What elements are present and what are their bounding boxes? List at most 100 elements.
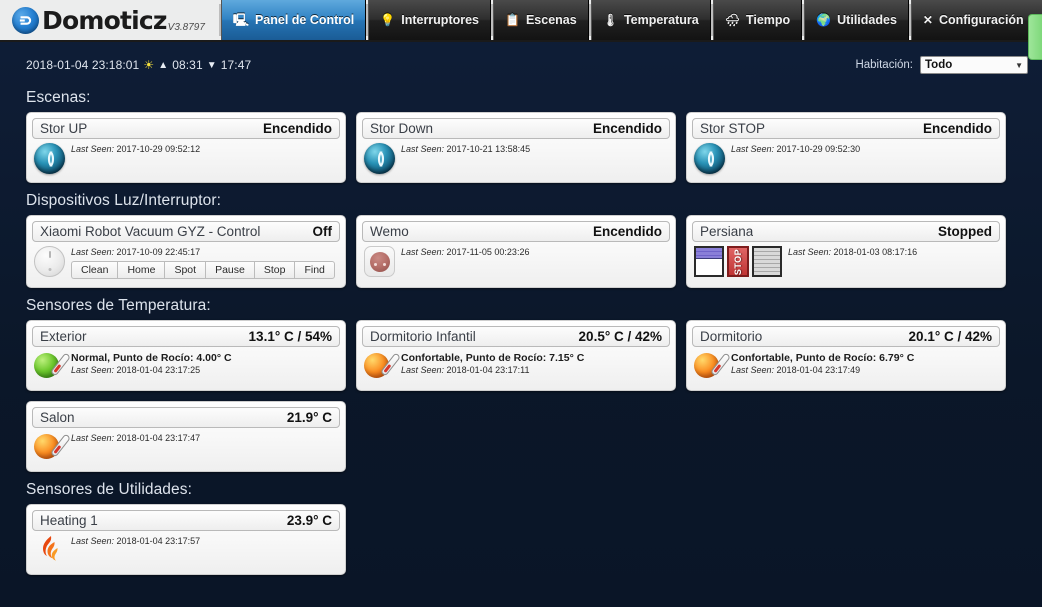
nav-item-interruptores[interactable]: 💡 Interruptores (368, 0, 492, 40)
status-badge: Encendido (592, 224, 662, 239)
switch-card-persiana[interactable]: Persiana Stopped STOP Last Seen: 2018-01… (686, 215, 1006, 288)
utility-card[interactable]: Heating 1 23.9° C Last Seen: 2018-01-04 … (26, 503, 346, 575)
vacuum-spot-button[interactable]: Spot (164, 260, 206, 279)
card-title: Dormitorio Infantil (370, 328, 476, 344)
status-badge: 21.9° C (286, 409, 332, 425)
last-seen: Last Seen: 2017-10-09 22:45:17 (71, 247, 338, 259)
status-badge: 20.5° C / 42% (578, 328, 662, 344)
vacuum-find-button[interactable]: Find (294, 260, 335, 279)
temperature-card[interactable]: Exterior 13.1° C / 54% Normal, Punto de … (26, 319, 346, 391)
nav-item-temperatura[interactable]: 🌡 Temperatura (590, 0, 711, 40)
card-body: Last Seen: 2018-01-04 23:17:57 (32, 534, 340, 569)
side-feedback-tab[interactable] (1028, 14, 1042, 60)
scene-toggle-icon[interactable]: () (364, 143, 395, 174)
last-seen-value: 2018-01-03 08:17:16 (833, 247, 918, 257)
scene-card[interactable]: Stor UP Encendido () Last Seen: 2017-10-… (26, 112, 346, 183)
sunset-time: 17:47 (220, 58, 252, 72)
nav-item-escenas[interactable]: 📋 Escenas (493, 0, 589, 40)
temperature-card[interactable]: Salon 21.9° C Last Seen: 2018-01-04 23:1… (26, 400, 346, 472)
card-title: Persiana (700, 224, 754, 239)
sunrise-time: 08:31 (172, 58, 203, 72)
last-seen-label: Last Seen: (731, 364, 775, 375)
card-header: Heating 1 23.9° C (32, 509, 340, 531)
card-info: Normal, Punto de Rocío: 4.00° C Last See… (71, 351, 338, 377)
card-body: Normal, Punto de Rocío: 4.00° C Last See… (32, 350, 340, 385)
socket-plate (369, 251, 390, 272)
last-seen-value: 2018-01-04 23:17:49 (776, 364, 861, 375)
card-body: Last Seen: 2017-10-09 22:45:17 Clean Hom… (32, 245, 340, 282)
blind-stop-button[interactable]: STOP (727, 246, 749, 277)
last-seen-label: Last Seen: (788, 247, 832, 257)
scene-card[interactable]: Stor STOP Encendido () Last Seen: 2017-1… (686, 112, 1006, 183)
nav-label: Interruptores (401, 13, 480, 27)
dashboard-content: Escenas: Stor UP Encendido () Last Seen:… (0, 74, 1042, 575)
scene-toggle-icon[interactable]: () (34, 143, 65, 174)
nav-label: Tiempo (745, 13, 791, 27)
last-seen: Last Seen: 2018-01-03 08:17:16 (788, 247, 998, 259)
section-title-dispositivos: Dispositivos Luz/Interruptor: (26, 192, 222, 209)
temperature-card[interactable]: Dormitorio Infantil 20.5° C / 42% Confor… (356, 319, 676, 391)
last-seen-value: 2018-01-04 23:17:11 (446, 364, 530, 375)
scene-toggle-icon[interactable]: () (694, 143, 725, 174)
last-seen-value: 2017-10-29 09:52:30 (776, 144, 861, 154)
card-body: () Last Seen: 2017-10-21 13:58:45 (362, 142, 670, 177)
last-seen-value: 2018-01-04 23:17:47 (116, 432, 201, 443)
status-badge: Encendido (592, 121, 662, 136)
status-bar: 2018-01-04 23:18:01 ☀ ▲ 08:31 ▼ 17:47 Ha… (0, 42, 1042, 74)
weather-icon: 🌧 (724, 13, 740, 27)
vacuum-pause-button[interactable]: Pause (205, 260, 254, 279)
nav-item-configuracion[interactable]: ✕ Configuración ▾ (910, 0, 1042, 40)
socket-icon[interactable] (364, 246, 395, 277)
temperature-card[interactable]: Dormitorio 20.1° C / 42% Confortable, Pu… (686, 319, 1006, 391)
vacuum-stop-button[interactable]: Stop (253, 260, 295, 279)
card-body: Last Seen: 2017-11-05 00:23:26 (362, 245, 670, 280)
card-title: Salon (40, 409, 75, 425)
card-body: () Last Seen: 2017-10-29 09:52:12 (32, 142, 340, 177)
blind-down-icon[interactable] (752, 246, 782, 277)
switch-card-wemo[interactable]: Wemo Encendido Last Seen: 2017-11-05 00:… (356, 215, 676, 288)
last-seen-value: 2017-10-09 22:45:17 (116, 247, 201, 257)
thermometer-icon: 🌡 (602, 13, 618, 27)
blind-up-icon[interactable] (694, 246, 724, 277)
room-filter-label: Habitación: (855, 59, 913, 71)
card-title: Dormitorio (700, 328, 763, 344)
card-header: Wemo Encendido (362, 221, 670, 242)
card-body: STOP Last Seen: 2018-01-03 08:17:16 (692, 245, 1000, 280)
section-title-utilidades: Sensores de Utilidades: (26, 480, 193, 498)
nav-item-tiempo[interactable]: 🌧 Tiempo (712, 0, 803, 40)
last-seen: Last Seen: 2018-01-04 23:17:57 (71, 536, 338, 548)
last-seen-label: Last Seen: (71, 144, 115, 154)
card-info: Last Seen: 2017-10-21 13:58:45 (401, 143, 668, 156)
blind-controls: STOP (694, 246, 782, 277)
card-info: Confortable, Punto de Rocío: 6.79° C Las… (731, 351, 998, 377)
card-info: Last Seen: 2018-01-03 08:17:16 (788, 246, 998, 259)
sensor-detail: Confortable, Punto de Rocío: 6.79° C (731, 351, 915, 364)
last-seen-label: Last Seen: (401, 144, 445, 154)
vacuum-icon[interactable] (34, 246, 65, 277)
last-seen: Last Seen: 2018-01-04 23:17:11 (401, 365, 668, 377)
utilities-grid: Heating 1 23.9° C Last Seen: 2018-01-04 … (26, 503, 1020, 575)
scene-card[interactable]: Stor Down Encendido () Last Seen: 2017-1… (356, 112, 676, 183)
nav-item-utilidades[interactable]: 🌍 Utilidades (804, 0, 909, 40)
utilities-icon: 🌍 (816, 13, 832, 27)
room-filter: Habitación: Todo ▼ (855, 56, 1028, 74)
card-body: () Last Seen: 2017-10-29 09:52:30 (692, 142, 1000, 177)
brand-logo[interactable]: Domoticz V3.8797 (12, 0, 215, 40)
switch-card-vacuum[interactable]: Xiaomi Robot Vacuum GYZ - Control Off La… (26, 215, 346, 288)
last-seen: Last Seen: 2017-10-21 13:58:45 (401, 144, 668, 156)
vacuum-clean-button[interactable]: Clean (71, 260, 118, 279)
nav-item-panel-de-control[interactable]: 🖳 Panel de Control (220, 0, 367, 40)
last-seen-label: Last Seen: (731, 144, 775, 154)
room-select[interactable]: Todo ▼ (920, 56, 1028, 74)
switches-grid: Xiaomi Robot Vacuum GYZ - Control Off La… (26, 215, 1020, 288)
last-seen-label: Last Seen: (71, 432, 115, 443)
bulb-icon: 💡 (380, 13, 396, 27)
thermometer-orange-icon (694, 351, 731, 382)
card-info: Last Seen: 2018-01-04 23:17:47 (71, 432, 338, 445)
status-badge: 13.1° C / 54% (248, 328, 332, 344)
section-title-temperatura: Sensores de Temperatura: (26, 296, 211, 314)
stop-label: STOP (733, 248, 743, 275)
status-badge: Encendido (922, 121, 992, 136)
last-seen-value: 2017-11-05 00:23:26 (446, 247, 530, 257)
vacuum-home-button[interactable]: Home (117, 260, 165, 279)
